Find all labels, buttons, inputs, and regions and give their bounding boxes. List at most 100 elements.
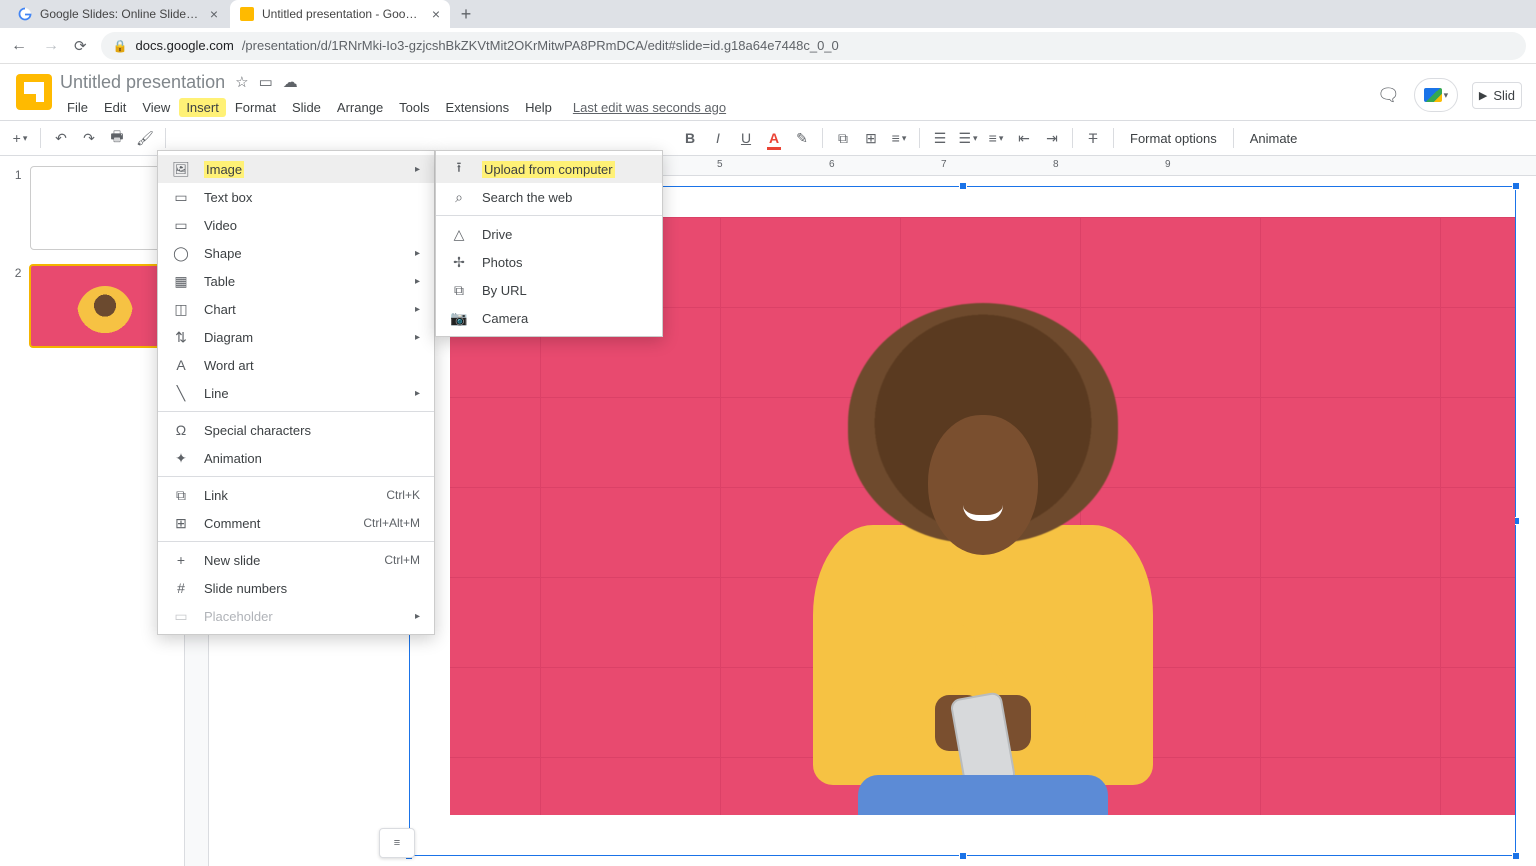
new-tab-button[interactable]: +: [452, 4, 480, 25]
insert-slide-numbers[interactable]: #Slide numbers: [158, 574, 434, 602]
insert-word-art[interactable]: AWord art: [158, 351, 434, 379]
url-input[interactable]: 🔒 docs.google.com/presentation/d/1RNrMki…: [101, 32, 1526, 60]
highlight-button[interactable]: ✎: [790, 126, 814, 150]
chart-icon: ◫: [172, 301, 190, 318]
bulleted-list-button[interactable]: ☰: [956, 126, 980, 150]
resize-handle[interactable]: [1512, 852, 1520, 860]
present-button[interactable]: ▶ Slid: [1472, 82, 1522, 109]
dedent-button[interactable]: ⇤: [1012, 126, 1036, 150]
submenu-arrow-icon: ▸: [415, 611, 420, 622]
image-by-url[interactable]: ⧉ By URL: [436, 276, 662, 304]
person-figure: [803, 295, 1163, 815]
menu-insert[interactable]: Insert: [179, 98, 226, 117]
nav-forward-button[interactable]: →: [42, 37, 60, 55]
menu-item-label: Video: [204, 218, 420, 233]
italic-button[interactable]: I: [706, 126, 730, 150]
insert-shape[interactable]: ◯Shape▸: [158, 239, 434, 267]
menu-arrange[interactable]: Arrange: [330, 98, 390, 117]
move-icon[interactable]: ▭: [259, 73, 273, 91]
format-options-button[interactable]: Format options: [1122, 131, 1225, 146]
insert-table[interactable]: ▦Table▸: [158, 267, 434, 295]
browser-tab-2[interactable]: Untitled presentation - Google S ×: [230, 0, 450, 28]
print-button[interactable]: 🖶: [105, 126, 129, 150]
link-button[interactable]: ⧉: [831, 126, 855, 150]
speaker-notes-toggle[interactable]: ≡: [379, 828, 415, 858]
indent-button[interactable]: ⇥: [1040, 126, 1064, 150]
slide-numbers-icon: #: [172, 580, 190, 596]
close-icon[interactable]: ×: [210, 6, 218, 22]
star-icon[interactable]: ☆: [235, 73, 248, 91]
bold-button[interactable]: B: [678, 126, 702, 150]
paint-format-button[interactable]: 🖌: [133, 126, 157, 150]
underline-button[interactable]: U: [734, 126, 758, 150]
menu-edit[interactable]: Edit: [97, 98, 133, 117]
thumb-number: 1: [12, 166, 22, 250]
insert-diagram[interactable]: ⇅Diagram▸: [158, 323, 434, 351]
image-search-the-web[interactable]: ⌕Search the web: [436, 183, 662, 211]
camera-icon: 📷: [450, 310, 468, 327]
line-spacing-button[interactable]: ≡: [984, 126, 1008, 150]
last-edit-link[interactable]: Last edit was seconds ago: [573, 100, 726, 115]
insert-comment[interactable]: ⊞CommentCtrl+Alt+M: [158, 509, 434, 537]
new-slide-button[interactable]: +: [8, 126, 32, 150]
cloud-status-icon[interactable]: ☁: [283, 73, 298, 91]
insert-chart[interactable]: ◫Chart▸: [158, 295, 434, 323]
insert-text-box[interactable]: ▭Text box: [158, 183, 434, 211]
submenu-arrow-icon: ▸: [415, 164, 420, 175]
menu-file[interactable]: File: [60, 98, 95, 117]
resize-handle[interactable]: [959, 182, 967, 190]
animate-button[interactable]: Animate: [1242, 131, 1306, 146]
close-icon[interactable]: ×: [432, 6, 440, 22]
resize-handle[interactable]: [959, 852, 967, 860]
insert-video[interactable]: ▭ Video: [158, 211, 434, 239]
image-camera[interactable]: 📷 Camera: [436, 304, 662, 332]
browser-tab-1[interactable]: Google Slides: Online Slideshow ×: [8, 0, 228, 28]
insert-image[interactable]: 🖼Image▸: [158, 155, 434, 183]
image-photos[interactable]: ✢Photos: [436, 248, 662, 276]
menu-slide[interactable]: Slide: [285, 98, 328, 117]
meet-button[interactable]: ▾: [1414, 78, 1458, 112]
align-button[interactable]: ≡: [887, 126, 911, 150]
menu-view[interactable]: View: [135, 98, 177, 117]
image-upload-from-computer[interactable]: ⭱Upload from computer: [436, 155, 662, 183]
slides-logo-icon[interactable]: [16, 74, 52, 110]
menu-tools[interactable]: Tools: [392, 98, 436, 117]
comments-icon[interactable]: 🗨: [1377, 85, 1400, 106]
undo-button[interactable]: ↶: [49, 126, 73, 150]
menu-item-label: Chart: [204, 302, 401, 317]
insert-line[interactable]: ╲Line▸: [158, 379, 434, 407]
word-art-icon: A: [172, 357, 190, 373]
reload-button[interactable]: ⟳: [74, 37, 87, 55]
image-drive[interactable]: △Drive: [436, 220, 662, 248]
insert-new-slide[interactable]: +New slideCtrl+M: [158, 546, 434, 574]
upload-from-computer-icon: ⭱: [450, 157, 468, 181]
video-icon: ▭: [172, 217, 190, 234]
slide-thumbnail-1[interactable]: [30, 166, 173, 250]
menu-item-label: By URL: [482, 283, 527, 298]
thumb-number: 2: [12, 264, 21, 348]
present-label: Slid: [1493, 88, 1515, 103]
menu-item-label: Camera: [482, 311, 528, 326]
clear-formatting-button[interactable]: T: [1081, 126, 1105, 150]
insert-special-characters[interactable]: ΩSpecial characters: [158, 416, 434, 444]
resize-handle[interactable]: [1512, 182, 1520, 190]
document-title[interactable]: Untitled presentation: [60, 72, 225, 93]
menu-item-label: Table: [204, 274, 401, 289]
insert-link[interactable]: ⧉LinkCtrl+K: [158, 481, 434, 509]
text-color-button[interactable]: A: [762, 126, 786, 150]
comment-button[interactable]: ⊞: [859, 126, 883, 150]
menu-item-label: Search the web: [482, 190, 572, 205]
menu-format[interactable]: Format: [228, 98, 283, 117]
address-bar: ← → ⟳ 🔒 docs.google.com/presentation/d/1…: [0, 28, 1536, 64]
redo-button[interactable]: ↷: [77, 126, 101, 150]
slide-thumbnail-2[interactable]: [29, 264, 172, 348]
nav-back-button[interactable]: ←: [10, 37, 28, 55]
diagram-icon: ⇅: [172, 329, 190, 346]
numbered-list-button[interactable]: ☰: [928, 126, 952, 150]
insert-animation[interactable]: ✦Animation: [158, 444, 434, 472]
menu-help[interactable]: Help: [518, 98, 559, 117]
url-path: /presentation/d/1RNrMki-Io3-gzjcshBkZKVt…: [242, 38, 839, 53]
menu-extensions[interactable]: Extensions: [439, 98, 517, 117]
menu-item-label: Photos: [482, 255, 522, 270]
by-url-icon: ⧉: [450, 282, 468, 299]
